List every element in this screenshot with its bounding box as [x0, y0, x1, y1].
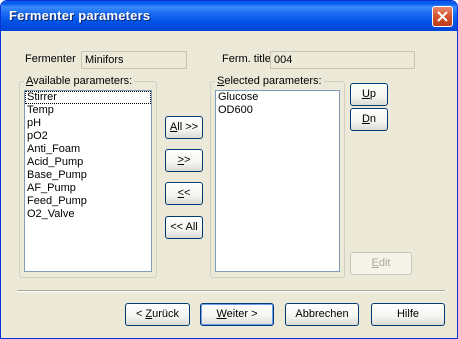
move-up-button[interactable]: Up	[350, 83, 388, 106]
list-item[interactable]: Acid_Pump	[25, 156, 151, 169]
back-button[interactable]: < Zurück	[125, 303, 190, 326]
close-button[interactable]	[432, 6, 453, 27]
cancel-button[interactable]: Abbrechen	[285, 303, 359, 326]
fermenter-field: Minifors	[81, 51, 187, 69]
list-item[interactable]: Glucose	[216, 91, 339, 104]
help-button[interactable]: Hilfe	[371, 303, 445, 326]
separator	[17, 290, 445, 292]
selected-parameters-list[interactable]: Glucose OD600	[215, 90, 340, 272]
list-item[interactable]: pO2	[25, 130, 151, 143]
edit-button[interactable]: Edit	[350, 252, 412, 275]
list-item[interactable]: Stirrer	[25, 91, 151, 104]
add-all-button[interactable]: All >>	[165, 116, 203, 139]
available-parameters-list[interactable]: Stirrer Temp pH pO2 Anti_Foam Acid_Pump …	[24, 90, 152, 272]
list-item[interactable]: AF_Pump	[25, 182, 151, 195]
fermenter-label: Fermenter	[25, 53, 76, 65]
list-item[interactable]: OD600	[216, 104, 339, 117]
list-item[interactable]: pH	[25, 117, 151, 130]
ferm-title-field: 004	[270, 51, 415, 69]
selected-parameters-group: Selected parameters: Glucose OD600	[210, 75, 345, 278]
title-bar[interactable]: Fermenter parameters	[1, 1, 457, 31]
remove-button[interactable]: <<	[165, 182, 203, 205]
list-item[interactable]: Feed_Pump	[25, 195, 151, 208]
list-item[interactable]: Base_Pump	[25, 169, 151, 182]
available-parameters-group: Available parameters: Stirrer Temp pH pO…	[19, 75, 157, 278]
selected-parameters-label: Selected parameters:	[215, 75, 324, 87]
dialog-window: Fermenter parameters Fermenter Minifors …	[0, 0, 458, 339]
list-item[interactable]: Anti_Foam	[25, 143, 151, 156]
available-parameters-label: Available parameters:	[24, 75, 135, 87]
list-item[interactable]: Temp	[25, 104, 151, 117]
close-icon	[437, 11, 448, 22]
ferm-title-label: Ferm. title:	[222, 53, 274, 65]
remove-all-button[interactable]: << All	[165, 216, 203, 239]
list-item[interactable]: O2_Valve	[25, 208, 151, 221]
window-title: Fermenter parameters	[9, 8, 151, 23]
dialog-body: Fermenter Minifors Ferm. title: 004 Avai…	[1, 31, 457, 338]
move-down-button[interactable]: Dn	[350, 108, 388, 131]
add-button[interactable]: >>	[165, 149, 203, 172]
next-button[interactable]: Weiter >	[200, 303, 274, 326]
